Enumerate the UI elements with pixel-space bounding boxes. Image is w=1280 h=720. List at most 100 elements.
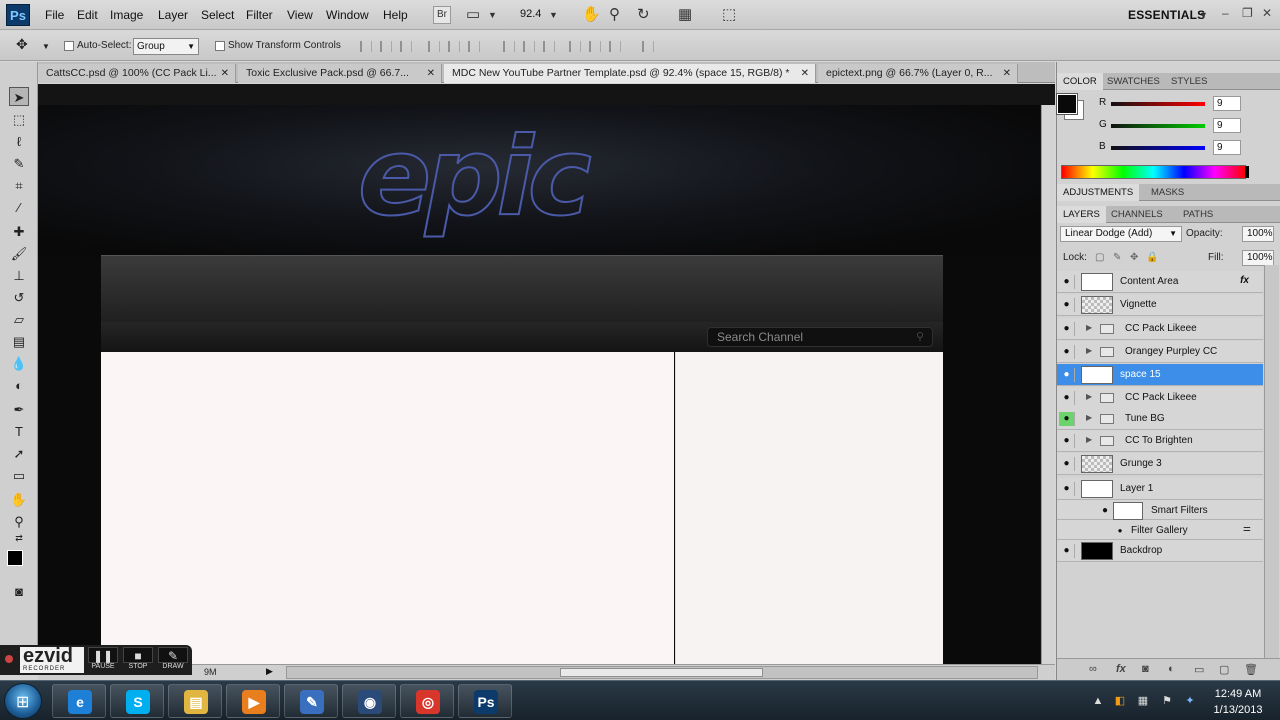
layer-row[interactable]: ● Backdrop — [1057, 540, 1263, 562]
close-icon[interactable]: ✕ — [1262, 6, 1272, 20]
distribute-bottom-icon[interactable] — [543, 41, 555, 52]
visibility-eye-icon[interactable]: ● — [1059, 345, 1075, 359]
delete-layer-icon[interactable]: 🗑 — [1244, 663, 1258, 676]
new-group-icon[interactable]: ▭ — [1194, 663, 1204, 676]
close-tab-icon[interactable]: ✕ — [221, 64, 229, 83]
tab-layers[interactable]: LAYERS — [1057, 206, 1106, 223]
red-slider[interactable] — [1111, 102, 1205, 106]
move-tool-icon[interactable]: ➤ — [9, 87, 29, 106]
visibility-eye-icon[interactable]: ● — [1059, 368, 1075, 382]
taskbar-file-explorer[interactable]: ▤ — [168, 684, 222, 718]
menu-select[interactable]: Select — [201, 8, 234, 22]
taskbar-editor[interactable]: ✎ — [284, 684, 338, 718]
distribute-right-icon[interactable] — [609, 41, 621, 52]
layer-row[interactable]: ● ⚌ Filter Gallery — [1057, 520, 1263, 540]
distribute-hcenter-icon[interactable] — [589, 41, 601, 52]
menu-image[interactable]: Image — [110, 8, 143, 22]
visibility-eye-icon[interactable]: ● — [1059, 434, 1075, 448]
quick-select-tool-icon[interactable]: ✎ — [9, 154, 29, 173]
auto-select-checkbox[interactable] — [64, 41, 74, 51]
filter-options-icon[interactable]: ⚌ — [1243, 523, 1251, 534]
opacity-input[interactable]: 100% — [1242, 226, 1274, 242]
tray-flag-icon[interactable]: ⚑ — [1160, 694, 1174, 708]
layer-row[interactable]: ● ▶ CC Pack Likeee — [1057, 387, 1263, 409]
align-bottom-icon[interactable] — [400, 41, 412, 52]
marquee-tool-icon[interactable]: ⬚ — [9, 110, 29, 129]
visibility-eye-icon[interactable]: ● — [1112, 524, 1128, 538]
menu-window[interactable]: Window — [326, 8, 369, 22]
menu-help[interactable]: Help — [383, 8, 408, 22]
expand-triangle-icon[interactable]: ▶ — [1086, 323, 1092, 332]
blue-value[interactable]: 9 — [1213, 140, 1241, 155]
layer-row[interactable]: ● ▶ CC To Brighten — [1057, 430, 1263, 452]
visibility-eye-icon[interactable]: ● — [1097, 504, 1113, 518]
align-right-icon[interactable] — [468, 41, 480, 52]
minimize-icon[interactable]: – — [1222, 6, 1229, 20]
expand-triangle-icon[interactable]: ▶ — [1086, 413, 1092, 422]
tab-masks[interactable]: MASKS — [1145, 184, 1190, 201]
zoom-tool-icon[interactable]: ⚲ — [9, 512, 29, 531]
lock-all-icon[interactable]: 🔒 — [1146, 252, 1158, 263]
start-button[interactable]: ⊞ — [4, 683, 42, 719]
tab-paths[interactable]: PATHS — [1177, 206, 1219, 223]
taskbar-media-player[interactable]: ▶ — [226, 684, 280, 718]
restore-icon[interactable]: ❐ — [1242, 6, 1253, 20]
tab-cattscc[interactable]: CattsCC.psd @ 100% (CC Pack Li... ✕ — [38, 64, 236, 83]
layer-effects-icon[interactable]: fx — [1240, 275, 1249, 286]
healing-brush-tool-icon[interactable]: ✚ — [9, 222, 29, 241]
lock-position-icon[interactable]: ✥ — [1130, 252, 1138, 263]
visibility-eye-icon[interactable]: ● — [1059, 322, 1075, 336]
swap-colors-icon[interactable]: ⇄ — [9, 532, 29, 544]
foreground-color-swatch[interactable] — [1056, 93, 1078, 115]
align-top-icon[interactable] — [360, 41, 372, 52]
lock-transparent-icon[interactable]: ▢ — [1095, 252, 1104, 263]
visibility-eye-icon[interactable]: ● — [1059, 298, 1075, 312]
tab-adjustments[interactable]: ADJUSTMENTS — [1057, 184, 1140, 201]
blend-mode-dropdown[interactable]: Linear Dodge (Add) ▼ — [1060, 226, 1182, 242]
hand-tool-icon[interactable]: ✋ — [582, 5, 601, 23]
close-tab-icon[interactable]: ✕ — [801, 64, 809, 83]
layer-row[interactable]: ● Content Area fx — [1057, 271, 1263, 293]
dodge-tool-icon[interactable]: ◐ — [9, 376, 29, 395]
stop-button[interactable]: ■ STOP — [123, 647, 153, 673]
green-value[interactable]: 9 — [1213, 118, 1241, 133]
menu-edit[interactable]: Edit — [77, 8, 98, 22]
align-hcenter-icon[interactable] — [448, 41, 460, 52]
align-vcenter-icon[interactable] — [380, 41, 392, 52]
eraser-tool-icon[interactable]: ▱ — [9, 310, 29, 329]
crop-tool-icon[interactable]: ⌗ — [9, 176, 29, 195]
blue-slider[interactable] — [1111, 146, 1205, 150]
status-menu-arrow-icon[interactable]: ▶ — [266, 666, 273, 677]
lasso-tool-icon[interactable]: ℓ — [9, 132, 29, 151]
canvas-area[interactable]: epic Search Channel ⚲ — [38, 84, 1055, 664]
tab-channels[interactable]: CHANNELS — [1105, 206, 1169, 223]
zoom-level[interactable]: 92.4 — [520, 8, 541, 20]
search-channel-input[interactable]: Search Channel ⚲ — [707, 327, 933, 347]
scrollbar-thumb[interactable] — [560, 668, 763, 677]
preset-dropdown-icon[interactable]: ▼ — [42, 42, 50, 51]
clock-time[interactable]: 12:49 AM — [1208, 688, 1268, 700]
tab-toxic-exclusive[interactable]: Toxic Exclusive Pack.psd @ 66.7... ✕ — [238, 64, 442, 83]
layers-scrollbar[interactable] — [1264, 265, 1279, 667]
distribute-top-icon[interactable] — [503, 41, 515, 52]
move-tool-preset-icon[interactable]: ✥ — [16, 36, 28, 53]
fill-input[interactable]: 100% — [1242, 250, 1274, 266]
quick-mask-icon[interactable]: ◙ — [9, 582, 29, 601]
menu-layer[interactable]: Layer — [158, 8, 188, 22]
menu-file[interactable]: File — [45, 8, 64, 22]
layer-row[interactable]: ● Layer 1 — [1057, 478, 1263, 500]
expand-triangle-icon[interactable]: ▶ — [1086, 435, 1092, 444]
zoom-dropdown-icon[interactable]: ▼ — [549, 10, 558, 20]
pen-tool-icon[interactable]: ✒ — [9, 400, 29, 419]
layer-row[interactable]: ● Vignette — [1057, 294, 1263, 316]
foreground-color-swatch[interactable] — [7, 550, 23, 566]
lock-image-icon[interactable]: ✎ — [1113, 252, 1121, 263]
taskbar-photoshop[interactable]: Ps — [458, 684, 512, 718]
layer-row[interactable]: ● space 15 — [1057, 364, 1263, 386]
show-transform-checkbox[interactable] — [215, 41, 225, 51]
menu-filter[interactable]: Filter — [246, 8, 273, 22]
hand-tool-icon[interactable]: ✋ — [9, 490, 29, 509]
close-tab-icon[interactable]: ✕ — [427, 64, 435, 83]
layer-row[interactable]: ● ▶ CC Pack Likeee — [1057, 318, 1263, 340]
distribute-vcenter-icon[interactable] — [523, 41, 535, 52]
